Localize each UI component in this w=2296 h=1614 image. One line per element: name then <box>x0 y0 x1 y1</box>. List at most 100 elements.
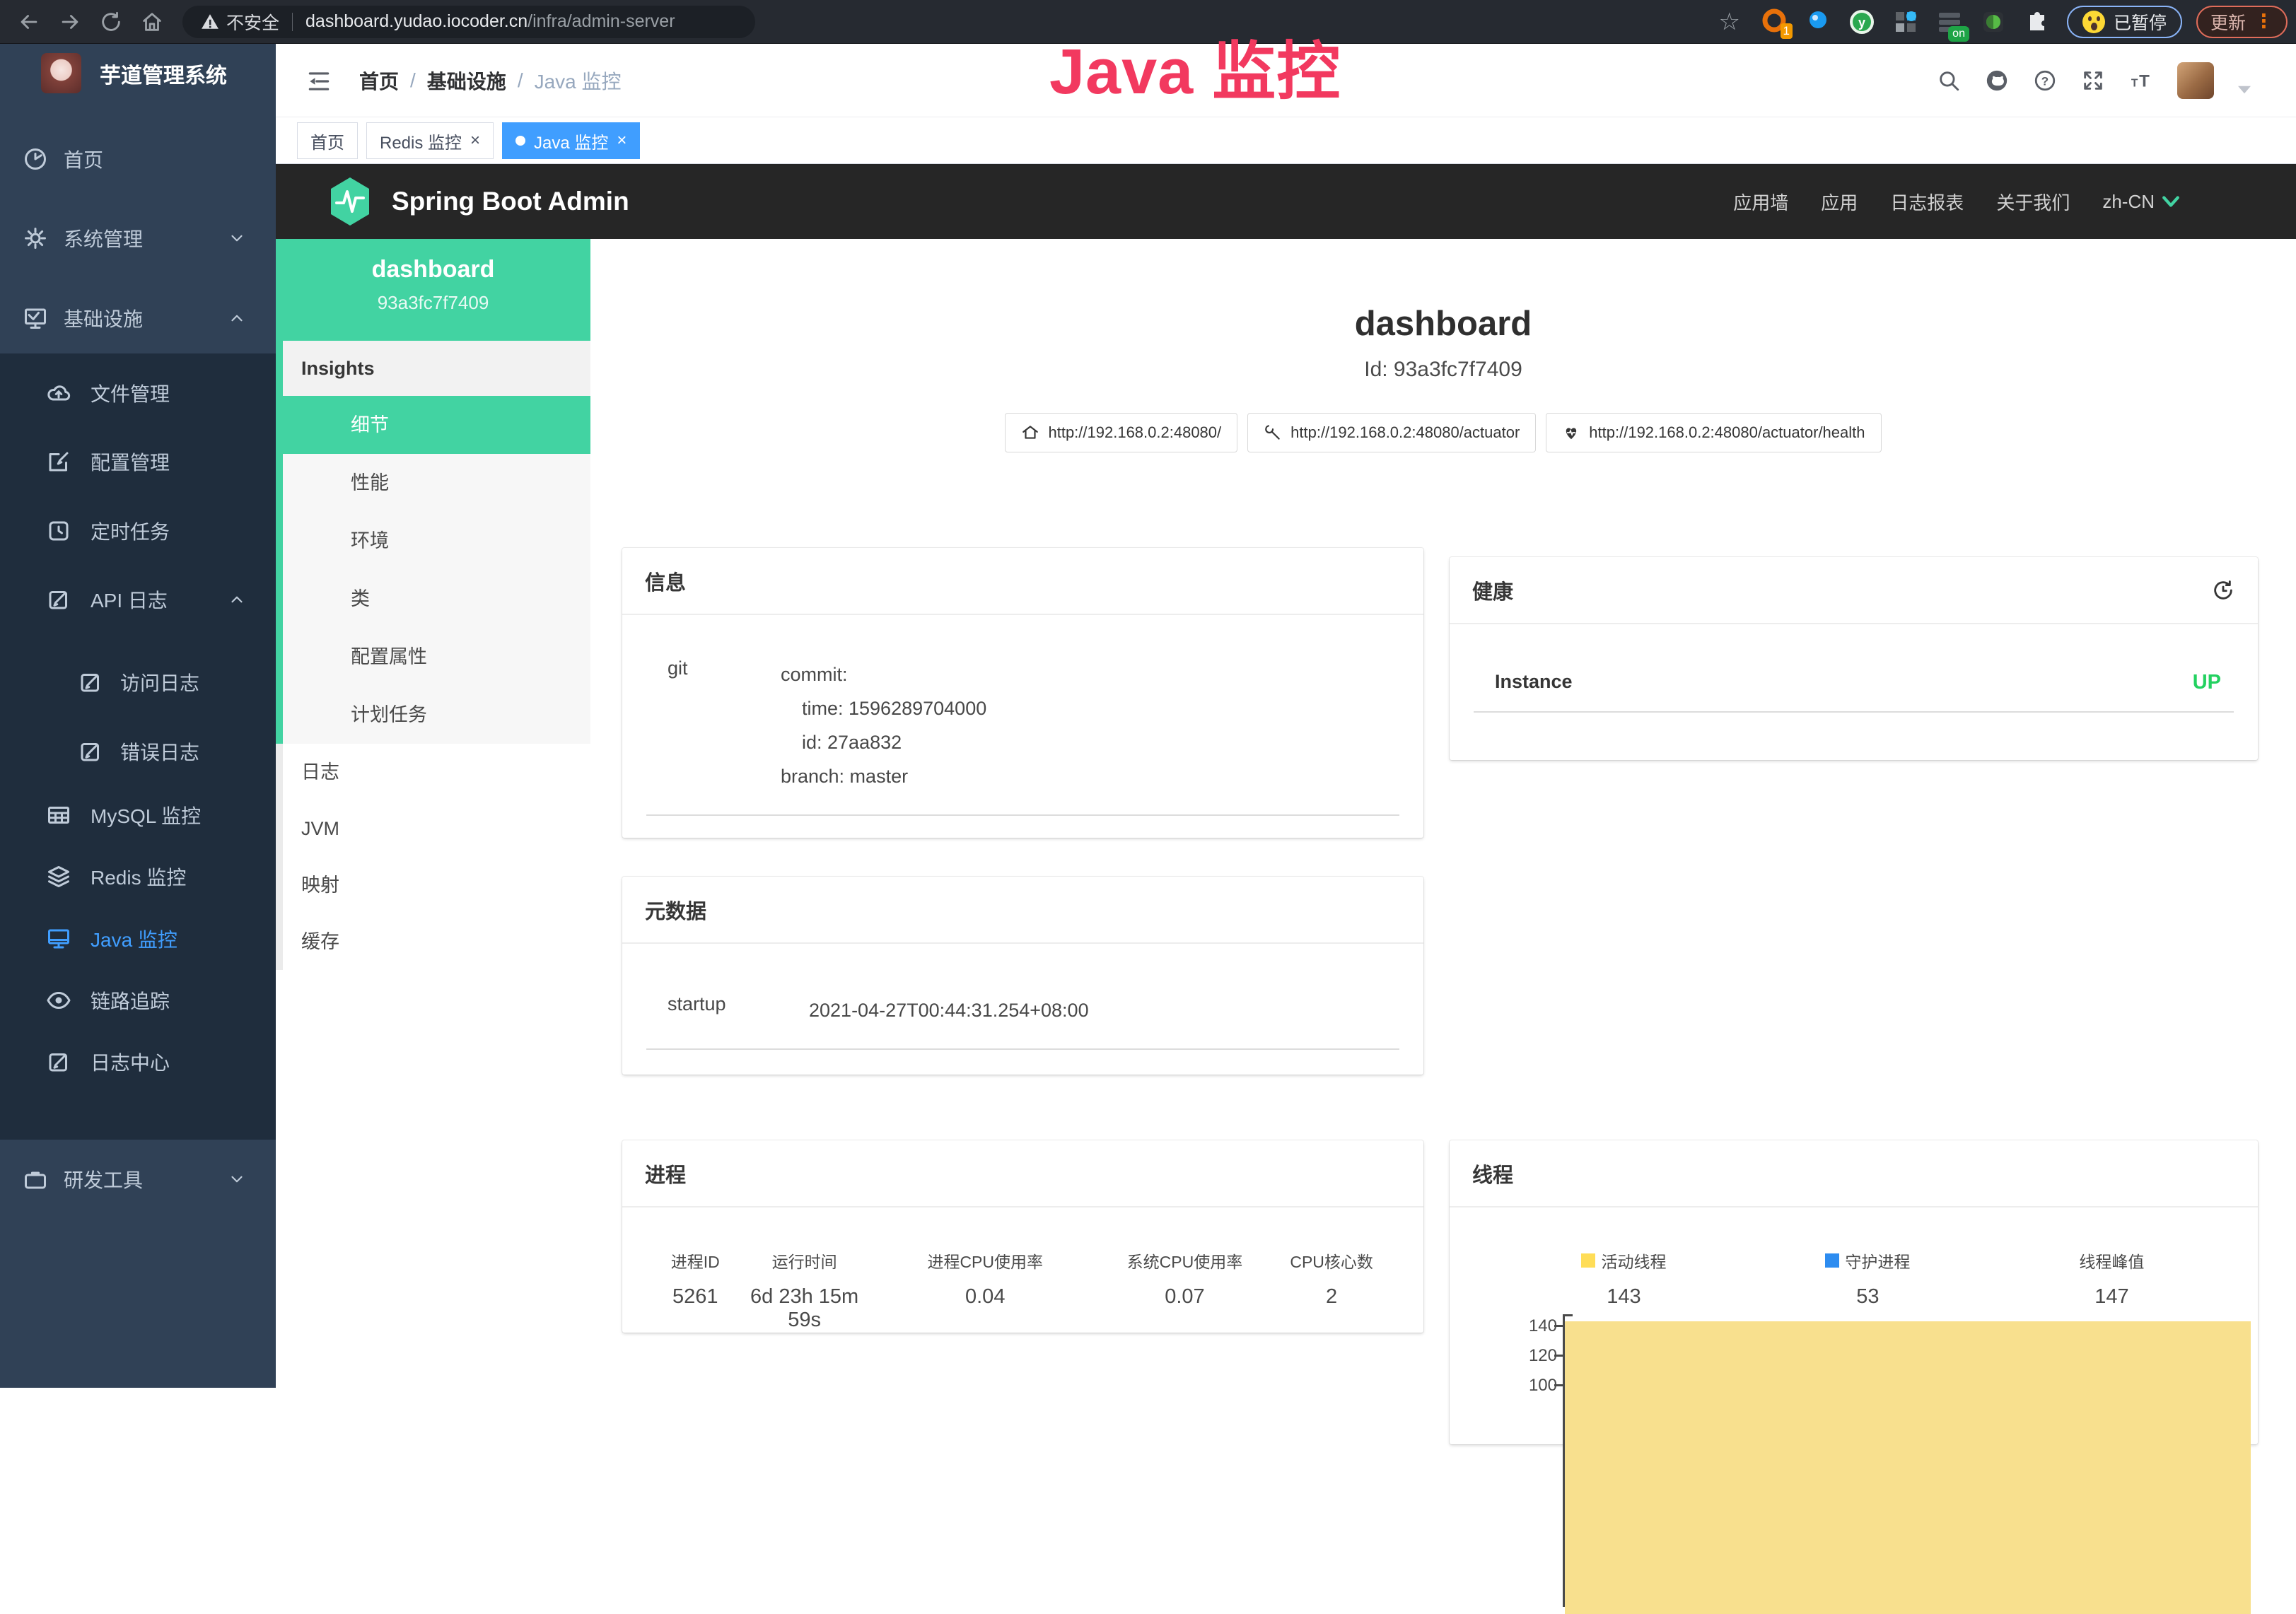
annotation-java-monitor: Java 监控 <box>1049 20 1341 112</box>
address-bar[interactable]: 不安全 dashboard.yudao.iocoder.cn/infra/adm… <box>182 6 755 38</box>
sba-nav-caches[interactable]: 缓存 <box>283 913 590 970</box>
bookmark-star-icon[interactable]: ☆ <box>1718 8 1740 36</box>
legend-daemon-threads: 守护进程 <box>1746 1248 1990 1273</box>
sidebar-item-infra[interactable]: 基础设施 <box>0 286 276 350</box>
sidebar-item-error-logs[interactable]: 错误日志 <box>0 720 276 783</box>
sba-tab-performance[interactable]: 性能 <box>283 454 590 512</box>
sba-instance-box[interactable]: dashboard 93a3fc7f7409 <box>276 239 590 341</box>
sidebar-item-mysql-monitor[interactable]: MySQL 监控 <box>0 783 276 847</box>
sba-nav-logs[interactable]: 日志 <box>283 744 590 800</box>
chrome-update-button[interactable]: 更新 ⋮ <box>2196 6 2288 38</box>
caret-down-icon[interactable] <box>2238 86 2251 94</box>
sidebar-item-home[interactable]: 首页 <box>0 127 276 191</box>
sba-brand[interactable]: Spring Boot Admin <box>392 187 629 216</box>
info-value: commit: time: 1596289704000 id: 27aa832 … <box>781 657 986 793</box>
sidebar-item-api-logs[interactable]: API 日志 <box>0 568 276 631</box>
sba-nav-mappings[interactable]: 映射 <box>283 857 590 913</box>
sidebar-item-system[interactable]: 系统管理 <box>0 206 276 270</box>
url-host: dashboard.yudao.iocoder.cn <box>305 11 528 32</box>
sba-nav-about[interactable]: 关于我们 <box>1996 189 2070 215</box>
sidebar-item-scheduled-tasks[interactable]: 定时任务 <box>0 499 276 563</box>
breadcrumb-home[interactable]: 首页 <box>359 66 399 95</box>
sidebar-item-tracing[interactable]: 链路追踪 <box>0 969 276 1032</box>
sidebar-item-log-center[interactable]: 日志中心 <box>0 1030 276 1094</box>
briefcase-icon <box>23 1166 48 1192</box>
wrench-icon <box>1264 423 1282 442</box>
sidebar-item-config-management[interactable]: 配置管理 <box>0 430 276 493</box>
forward-icon[interactable] <box>58 10 82 34</box>
sidebar-fold-icon[interactable] <box>305 68 332 95</box>
sidebar-item-redis-monitor[interactable]: Redis 监控 <box>0 845 276 908</box>
process-table-header: 进程ID 运行时间 进程CPU使用率 系统CPU使用率 CPU核心数 <box>646 1248 1399 1273</box>
app-logo[interactable]: 芋道管理系统 <box>41 53 227 93</box>
uptime-value: 6d 23h 15m 59s <box>744 1285 864 1332</box>
clock-history-icon <box>46 518 71 544</box>
breadcrumb: 首页 / 基础设施 / Java 监控 <box>359 44 622 117</box>
sba-section-insights: Insights <box>283 341 590 396</box>
sba-tab-classes[interactable]: 类 <box>283 570 590 628</box>
extensions-puzzle-icon[interactable] <box>2023 8 2051 36</box>
svg-text:y: y <box>1858 16 1865 30</box>
sba-tab-scheduled-tasks[interactable]: 计划任务 <box>283 686 590 744</box>
help-icon[interactable]: ? <box>2033 69 2057 93</box>
edit-icon <box>46 449 71 474</box>
sba-sidebar: dashboard 93a3fc7f7409 Insights 细节 性能 环境… <box>276 239 590 1388</box>
breadcrumb-current: Java 监控 <box>535 66 622 95</box>
paused-label: 已暂停 <box>2114 9 2167 35</box>
health-history-icon[interactable] <box>2211 578 2235 602</box>
sba-nav-applications[interactable]: 应用 <box>1821 189 1858 215</box>
tab-close-icon[interactable]: × <box>470 131 480 151</box>
breadcrumb-infra[interactable]: 基础设施 <box>427 66 506 95</box>
svg-text:?: ? <box>2041 74 2049 88</box>
extension-icon-2[interactable] <box>1804 8 1832 36</box>
sidebar-item-java-monitor[interactable]: Java 监控 <box>0 907 276 971</box>
extension-icon-3[interactable]: y <box>1848 8 1876 36</box>
metadata-value: 2021-04-27T00:44:31.254+08:00 <box>809 993 1089 1027</box>
extension-icon-1[interactable]: 1 <box>1760 8 1788 36</box>
sba-tab-config-properties[interactable]: 配置属性 <box>283 628 590 686</box>
extension-icon-4[interactable] <box>1892 8 1920 36</box>
sba-logo-icon[interactable] <box>328 176 372 227</box>
back-icon[interactable] <box>17 10 41 34</box>
sba-tab-details[interactable]: 细节 <box>283 396 590 454</box>
y-tick-mark <box>1554 1384 1563 1386</box>
user-avatar[interactable] <box>2177 62 2214 99</box>
profile-paused-chip[interactable]: 已暂停 <box>2067 6 2182 38</box>
actuator-url-chip[interactable]: http://192.168.0.2:48080/actuator <box>1247 413 1536 452</box>
sba-locale-select[interactable]: zh-CN <box>2102 191 2180 213</box>
tab-home[interactable]: 首页 <box>297 122 358 159</box>
tab-redis-monitor[interactable]: Redis 监控 × <box>366 122 494 159</box>
legend-live-threads: 活动线程 <box>1502 1248 1746 1273</box>
home-icon[interactable] <box>140 10 164 34</box>
update-label: 更新 <box>2210 9 2246 35</box>
font-size-icon[interactable]: TT <box>2129 69 2153 93</box>
tab-java-monitor[interactable]: Java 监控 × <box>502 122 640 159</box>
extension-icon-5[interactable]: on <box>1935 8 1964 36</box>
tab-close-icon[interactable]: × <box>617 131 627 151</box>
threads-card: 线程 活动线程 守护进程 线程峰值 143 53 147 <box>1450 1140 2258 1444</box>
sidebar-item-dev-tools[interactable]: 研发工具 <box>0 1147 276 1211</box>
sba-nav-journal[interactable]: 日志报表 <box>1890 189 1964 215</box>
sba-tab-environment[interactable]: 环境 <box>283 512 590 570</box>
sidebar-item-access-logs[interactable]: 访问日志 <box>0 650 276 714</box>
live-threads-value: 143 <box>1502 1285 1746 1309</box>
y-tick-120: 120 <box>1515 1346 1557 1366</box>
edit-square-icon <box>46 587 71 612</box>
search-icon[interactable] <box>1937 69 1961 93</box>
sba-nav-jvm[interactable]: JVM <box>283 800 590 857</box>
sba-nav-wallboard[interactable]: 应用墙 <box>1733 189 1788 215</box>
reload-icon[interactable] <box>99 10 123 34</box>
info-key: git <box>646 657 781 793</box>
on-badge: on <box>1948 26 1969 42</box>
desktop-monitor-icon <box>46 926 71 952</box>
info-git-row: git commit: time: 1596289704000 id: 27aa… <box>646 657 1399 816</box>
service-url-chip[interactable]: http://192.168.0.2:48080/ <box>1005 413 1237 452</box>
info-card-title: 信息 <box>645 566 686 596</box>
fullscreen-icon[interactable] <box>2081 69 2105 93</box>
extension-icon-6[interactable] <box>1979 8 2007 36</box>
health-url-chip[interactable]: http://192.168.0.2:48080/actuator/health <box>1546 413 1881 452</box>
svg-text:T: T <box>2131 78 2138 90</box>
github-icon[interactable] <box>1985 69 2009 93</box>
sidebar-item-file-management[interactable]: 文件管理 <box>0 361 276 425</box>
health-status-up: UP <box>2193 671 2234 694</box>
